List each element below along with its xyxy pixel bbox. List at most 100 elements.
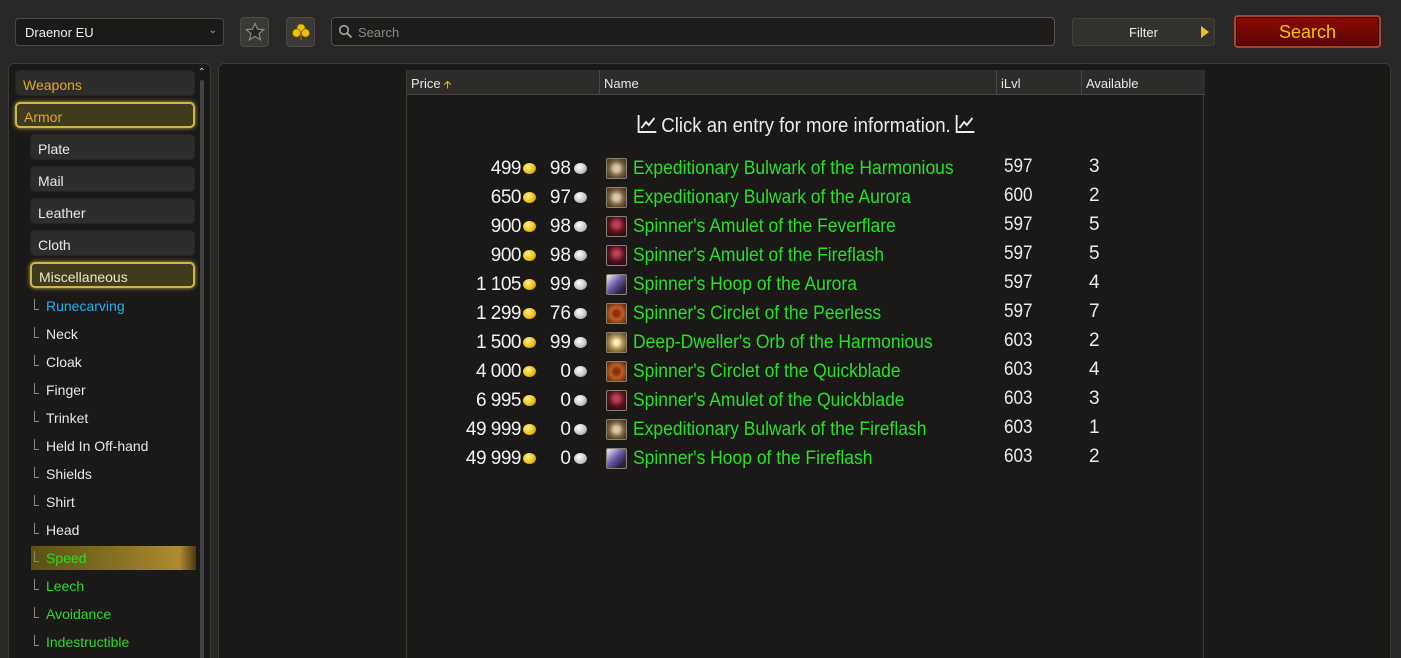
category-armor[interactable]: Armor: [15, 102, 195, 128]
category-cloth[interactable]: Cloth: [30, 230, 195, 256]
subcategory-neck[interactable]: Neck: [31, 322, 196, 346]
available-count: 5: [1089, 243, 1100, 264]
price-silver: 98: [549, 216, 571, 237]
item-level: 603: [1004, 446, 1033, 467]
category-miscellaneous[interactable]: Miscellaneous: [30, 262, 195, 288]
item-level: 603: [1004, 359, 1033, 380]
item-name[interactable]: Spinner's Circlet of the Peerless: [633, 303, 881, 325]
circlet-icon: [606, 361, 627, 382]
category-plate[interactable]: Plate: [30, 134, 195, 160]
table-row[interactable]: 49 999 0 Spinner's Hoop of the Fireflash 60…: [407, 446, 1205, 476]
subcategory-label: Held In Off-hand: [46, 438, 149, 454]
search-input[interactable]: [358, 22, 1038, 42]
column-header-available[interactable]: Available: [1082, 70, 1205, 95]
item-name[interactable]: Spinner's Amulet of the Feverflare: [633, 216, 896, 238]
price-gold: 1 105: [475, 274, 522, 295]
table-row[interactable]: 1 105 99 Spinner's Hoop of the Aurora 597 4: [407, 272, 1205, 302]
table-row[interactable]: 49 999 0 Expeditionary Bulwark of the Fire…: [407, 417, 1205, 447]
scroll-up-icon[interactable]: ⌃: [198, 67, 206, 78]
subcategory-avoidance[interactable]: Avoidance: [31, 602, 196, 626]
gold-coin-icon: [523, 221, 536, 232]
table-row[interactable]: 650 97 Expeditionary Bulwark of the Aurora…: [407, 185, 1205, 215]
item-name[interactable]: Expeditionary Bulwark of the Aurora: [633, 187, 911, 209]
tree-branch-icon: [34, 495, 39, 506]
search-button[interactable]: Search: [1234, 15, 1381, 48]
table-row[interactable]: 499 98 Expeditionary Bulwark of the Harmon…: [407, 156, 1205, 186]
info-text: Click an entry for more information.: [661, 115, 951, 137]
price-silver: 0: [560, 419, 571, 440]
item-name[interactable]: Spinner's Hoop of the Aurora: [633, 274, 857, 296]
column-header-name[interactable]: Name: [600, 70, 997, 95]
tree-branch-icon: [34, 411, 39, 422]
available-count: 7: [1089, 301, 1100, 322]
silver-coin-icon: [574, 453, 587, 464]
chart-icon: [955, 115, 974, 133]
caret-right-icon: [1201, 26, 1209, 38]
subcategory-indestructible[interactable]: Indestructible: [31, 630, 196, 654]
item-level: 603: [1004, 330, 1033, 351]
category-sidebar: ⌃ Weapons Armor Plate Mail Leather Cloth…: [8, 63, 211, 658]
gold-coin-icon: [523, 337, 536, 348]
sort-ascending-icon: 🡩: [443, 79, 452, 91]
table-row[interactable]: 900 98 Spinner's Amulet of the Feverflare 5…: [407, 214, 1205, 244]
subcategory-runecarving[interactable]: Runecarving: [31, 294, 196, 318]
subcategory-label: Shields: [46, 466, 92, 482]
tree-branch-icon: [34, 327, 39, 338]
clover-button[interactable]: [286, 17, 315, 47]
price-silver: 99: [549, 274, 571, 295]
filter-button[interactable]: Filter: [1072, 18, 1215, 46]
subcategory-speed[interactable]: Speed: [31, 546, 196, 570]
item-name[interactable]: Spinner's Hoop of the Fireflash: [633, 448, 872, 470]
column-header-label: Price: [411, 76, 441, 91]
sidebar-scrollbar[interactable]: [200, 80, 204, 658]
available-count: 3: [1089, 156, 1100, 177]
subcategory-shirt[interactable]: Shirt: [31, 490, 196, 514]
price-gold: 4 000: [475, 361, 522, 382]
tree-branch-icon: [34, 355, 39, 366]
column-header-price[interactable]: Price 🡩: [407, 70, 600, 95]
price-gold: 499: [490, 158, 522, 179]
price-silver: 97: [549, 187, 571, 208]
favorites-button[interactable]: [240, 17, 269, 47]
item-level: 597: [1004, 243, 1033, 264]
price-gold: 1 500: [475, 332, 522, 353]
table-row[interactable]: 1 299 76 Spinner's Circlet of the Peerless…: [407, 301, 1205, 331]
table-row[interactable]: 6 995 0 Spinner's Amulet of the Quickblade…: [407, 388, 1205, 418]
subcategory-finger[interactable]: Finger: [31, 378, 196, 402]
subcategory-head[interactable]: Head: [31, 518, 196, 542]
gold-coin-icon: [523, 163, 536, 174]
price-silver: 98: [549, 158, 571, 179]
amulet-icon: [606, 390, 627, 411]
subcategory-shields[interactable]: Shields: [31, 462, 196, 486]
price-silver: 0: [560, 390, 571, 411]
silver-coin-icon: [574, 163, 587, 174]
silver-coin-icon: [574, 424, 587, 435]
subcategory-leech[interactable]: Leech: [31, 574, 196, 598]
realm-select[interactable]: Draenor EU ⌄: [15, 18, 224, 46]
table-row[interactable]: 900 98 Spinner's Amulet of the Fireflash 59…: [407, 243, 1205, 273]
item-name[interactable]: Spinner's Circlet of the Quickblade: [633, 361, 901, 383]
category-leather[interactable]: Leather: [30, 198, 195, 224]
price-gold: 650: [490, 187, 522, 208]
price-silver: 0: [560, 361, 571, 382]
item-level: 603: [1004, 417, 1033, 438]
item-name[interactable]: Spinner's Amulet of the Quickblade: [633, 390, 905, 412]
available-count: 2: [1089, 330, 1100, 351]
available-count: 3: [1089, 388, 1100, 409]
subcategory-label: Neck: [46, 326, 78, 342]
table-row[interactable]: 1 500 99 Deep-Dweller's Orb of the Harmoni…: [407, 330, 1205, 360]
item-name[interactable]: Expeditionary Bulwark of the Fireflash: [633, 419, 926, 441]
subcategory-trinket[interactable]: Trinket: [31, 406, 196, 430]
category-mail[interactable]: Mail: [30, 166, 195, 192]
category-weapons[interactable]: Weapons: [15, 70, 195, 96]
column-header-ilvl[interactable]: iLvl: [997, 70, 1082, 95]
item-name[interactable]: Spinner's Amulet of the Fireflash: [633, 245, 884, 267]
gold-coin-icon: [523, 453, 536, 464]
subcategory-held-in-off-hand[interactable]: Held In Off-hand: [31, 434, 196, 458]
available-count: 2: [1089, 185, 1100, 206]
table-row[interactable]: 4 000 0 Spinner's Circlet of the Quickblad…: [407, 359, 1205, 389]
subcategory-label: Speed: [46, 550, 87, 566]
subcategory-cloak[interactable]: Cloak: [31, 350, 196, 374]
item-name[interactable]: Expeditionary Bulwark of the Harmonious: [633, 158, 954, 180]
item-name[interactable]: Deep-Dweller's Orb of the Harmonious: [633, 332, 933, 354]
